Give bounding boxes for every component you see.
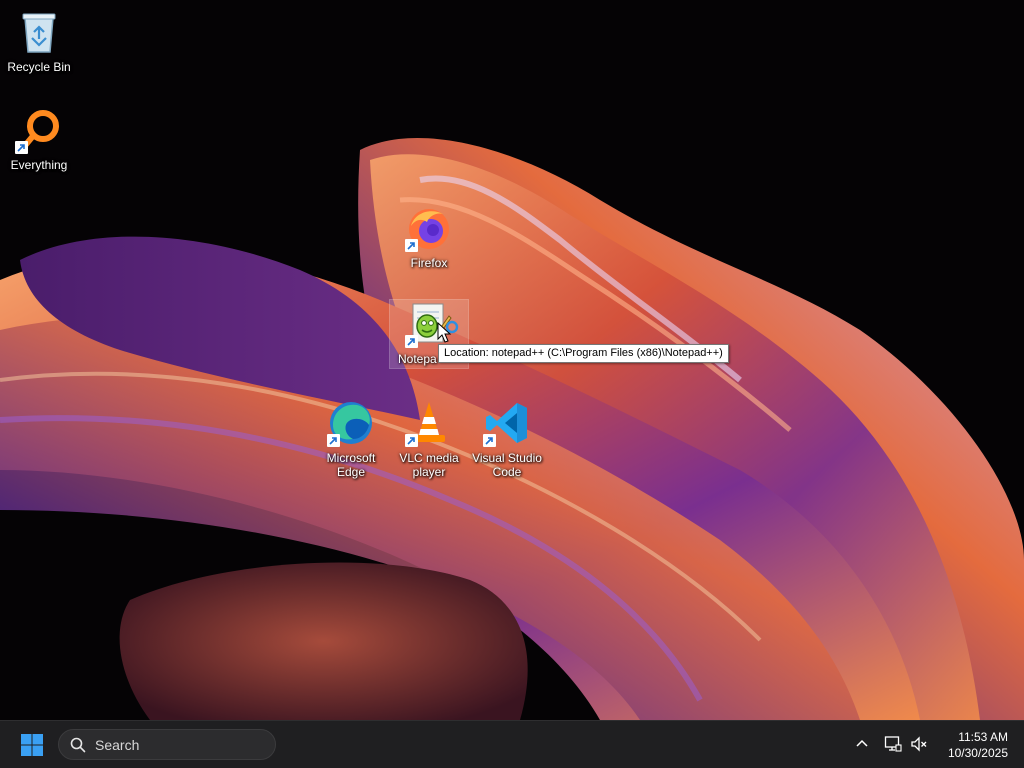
vscode-icon (483, 399, 531, 447)
desktop-icon-vlc-media-player[interactable]: VLC media player (390, 399, 468, 479)
show-hidden-icons-button[interactable] (851, 733, 873, 755)
clock-time: 11:53 AM (958, 730, 1008, 744)
desktop-icon-label: Everything (10, 158, 68, 172)
windows-logo-icon (21, 734, 43, 756)
start-button[interactable] (12, 727, 52, 763)
desktop-icon-visual-studio-code[interactable]: Visual Studio Code (468, 399, 546, 479)
desktop-icon-label: Firefox (410, 256, 448, 270)
recycle-bin-icon (15, 8, 63, 56)
shortcut-arrow-icon (483, 434, 496, 447)
shortcut-arrow-icon (15, 141, 28, 154)
desktop-icon-label: VLC media player (399, 451, 459, 479)
icon-tooltip: Location: notepad++ (C:\Program Files (x… (438, 344, 729, 363)
desktop-icon-label: Microsoft Edge (326, 451, 376, 479)
search-placeholder: Search (95, 736, 140, 753)
shortcut-arrow-icon (405, 335, 418, 348)
taskbar: Search 11:53 AM 10/30/2025 (0, 720, 1024, 768)
taskbar-clock[interactable]: 11:53 AM 10/30/2025 (948, 729, 1008, 761)
desktop-icon-everything[interactable]: Everything (0, 106, 78, 172)
desktop-icon-firefox[interactable]: Firefox (390, 204, 468, 270)
everything-search-icon (15, 106, 63, 154)
clock-date: 10/30/2025 (947, 746, 1008, 760)
desktop-icon-label: Visual Studio Code (472, 451, 542, 479)
volume-muted-icon (911, 736, 927, 752)
shortcut-arrow-icon (405, 434, 418, 447)
search-icon (70, 737, 86, 752)
desktop-icon-label: Recycle Bin (7, 60, 71, 74)
shortcut-arrow-icon (327, 434, 340, 447)
desktop-icon-recycle-bin[interactable]: Recycle Bin (0, 8, 78, 74)
desktop[interactable]: Recycle Bin Everything Firefox Notepa Mi… (0, 0, 1024, 720)
network-icon (884, 736, 902, 752)
desktop-icon-microsoft-edge[interactable]: Microsoft Edge (312, 399, 390, 479)
chevron-up-icon (856, 739, 868, 747)
network-status-button[interactable] (882, 733, 904, 755)
vlc-icon (405, 399, 453, 447)
taskbar-search-box[interactable]: Search (58, 729, 276, 760)
volume-button[interactable] (908, 733, 930, 755)
mouse-pointer-icon (437, 322, 452, 343)
firefox-icon (405, 204, 453, 252)
edge-icon (327, 399, 375, 447)
shortcut-arrow-icon (405, 239, 418, 252)
